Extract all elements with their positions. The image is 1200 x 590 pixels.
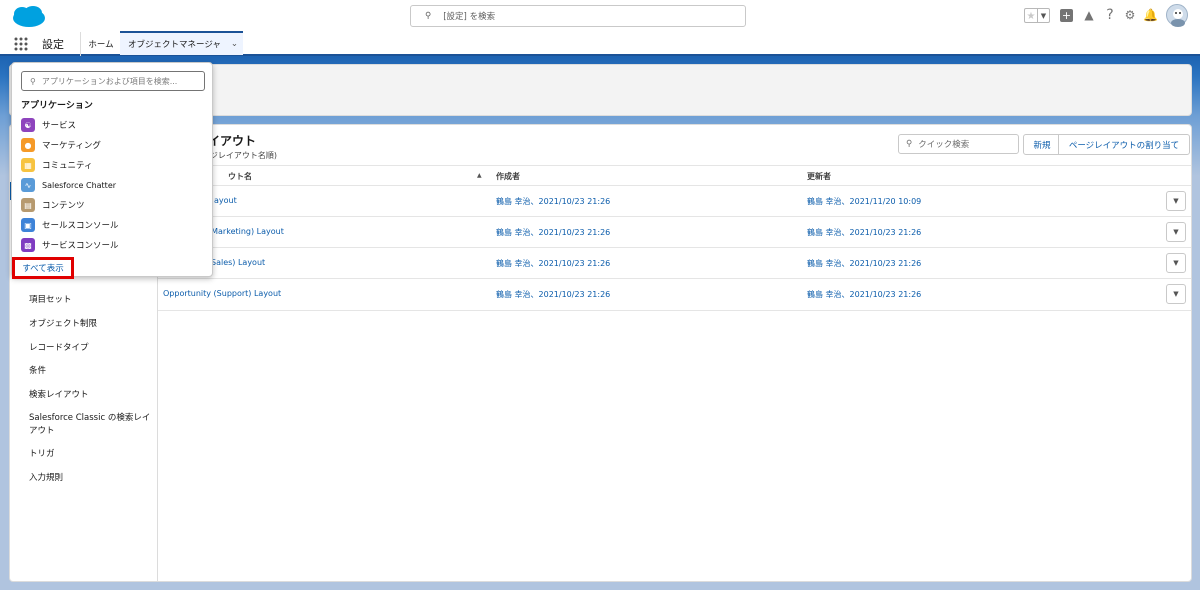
favorites-dropdown-icon[interactable]: ▼ — [1038, 8, 1050, 23]
app-item-marketing[interactable]: ● マーケティング — [21, 136, 101, 154]
tab-object-manager[interactable]: オブジェクトマネージャ ⌄ — [120, 31, 243, 55]
modified-by-link[interactable]: 鶴島 幸治、2021/10/23 21:26 — [807, 258, 921, 269]
app-item-content[interactable]: ▤ コンテンツ — [21, 196, 85, 214]
modified-by-link[interactable]: 鶴島 幸治、2021/11/20 10:09 — [807, 196, 921, 207]
page-layout-list: イアウト ージレイアウト名順) ⚲ クイック検索 新規 ページレイアウトの割り当… — [157, 124, 1192, 582]
page-title: イアウト — [208, 134, 257, 148]
table-row: Opportunity (Support) Layout 鶴島 幸治、2021/… — [158, 278, 1191, 311]
sidebar-item-object-limits[interactable]: オブジェクト制限 — [29, 318, 97, 331]
table-row: (Marketing) Layout 鶴島 幸治、2021/10/23 21:2… — [158, 216, 1191, 248]
bell-icon[interactable]: 🔔 — [1143, 8, 1158, 22]
sidebar-item-record-types[interactable]: レコードタイプ — [29, 342, 89, 355]
row-actions-dropdown-icon[interactable]: ▼ — [1166, 222, 1186, 242]
search-icon: ⚲ — [425, 11, 432, 21]
sort-asc-icon[interactable]: ▲ — [477, 172, 482, 179]
sidebar-item-search-layouts[interactable]: 検索レイアウト — [29, 389, 89, 402]
marketing-icon: ● — [21, 138, 35, 152]
quick-search-input[interactable]: ⚲ クイック検索 — [898, 134, 1019, 154]
app-launcher-icon[interactable] — [14, 37, 28, 51]
global-search-input[interactable]: ⚲ [設定] を検索 — [410, 5, 746, 27]
search-icon: ⚲ — [906, 139, 913, 149]
app-item-label: サービスコンソール — [42, 241, 119, 251]
tab-home[interactable]: ホーム — [80, 32, 121, 56]
sidebar-item-classic-search-layouts[interactable]: Salesforce Classic の検索レイアウト — [29, 412, 151, 438]
app-item-service[interactable]: ☯ サービス — [21, 116, 76, 134]
app-launcher-popup: ⚲ アプリケーションおよび項目を検索... アプリケーション ☯ サービス ● … — [11, 62, 213, 279]
content-icon: ▤ — [21, 198, 35, 212]
modified-by-link[interactable]: 鶴島 幸治、2021/10/23 21:26 — [807, 289, 921, 300]
layout-name-link[interactable]: ayout — [214, 196, 237, 205]
sidebar-item-field-sets[interactable]: 項目セット — [29, 294, 72, 307]
context-nav-bar: 設定 ホーム オブジェクトマネージャ ⌄ — [0, 31, 1200, 56]
quick-search-placeholder: クイック検索 — [918, 140, 970, 150]
favorites-star-icon[interactable]: ★ — [1024, 8, 1038, 23]
layout-name-link[interactable]: Opportunity (Support) Layout — [163, 289, 281, 298]
assign-layout-button[interactable]: ページレイアウトの割り当て — [1058, 134, 1190, 155]
community-icon: ▦ — [21, 158, 35, 172]
app-name: 設定 — [42, 38, 64, 51]
page-subtitle: ージレイアウト名順) — [202, 151, 277, 160]
global-search-placeholder: [設定] を検索 — [443, 12, 496, 22]
search-icon: ⚲ — [30, 76, 36, 86]
tab-object-manager-label: オブジェクトマネージャ — [128, 40, 221, 50]
row-actions-dropdown-icon[interactable]: ▼ — [1166, 191, 1186, 211]
salesforce-logo[interactable] — [11, 5, 47, 29]
table-header — [158, 165, 1191, 185]
service-console-icon: ▩ — [21, 238, 35, 252]
chatter-icon: ∿ — [21, 178, 35, 192]
row-actions-dropdown-icon[interactable]: ▼ — [1166, 284, 1186, 304]
app-item-label: コンテンツ — [42, 201, 85, 211]
layout-name-link[interactable]: Sales) Layout — [211, 258, 265, 267]
chevron-down-icon[interactable]: ⌄ — [231, 39, 238, 49]
row-actions-dropdown-icon[interactable]: ▼ — [1166, 253, 1186, 273]
column-header-created-by[interactable]: 作成者 — [496, 171, 520, 182]
add-icon[interactable]: + — [1060, 9, 1073, 22]
app-search-input[interactable]: ⚲ アプリケーションおよび項目を検索... — [21, 71, 205, 91]
app-item-label: Salesforce Chatter — [42, 180, 117, 190]
table-row: ayout 鶴島 幸治、2021/10/23 21:26 鶴島 幸治、2021/… — [158, 185, 1191, 217]
layout-name-link[interactable]: (Marketing) Layout — [208, 227, 284, 236]
app-item-community[interactable]: ▦ コミュニティ — [21, 156, 93, 174]
app-item-label: マーケティング — [42, 141, 101, 151]
created-by-link[interactable]: 鶴島 幸治、2021/10/23 21:26 — [496, 258, 610, 269]
service-icon: ☯ — [21, 118, 35, 132]
global-header: ⚲ [設定] を検索 ★ ▼ + ▲ ? ⚙ 🔔 — [0, 0, 1200, 32]
created-by-link[interactable]: 鶴島 幸治、2021/10/23 21:26 — [496, 196, 610, 207]
app-item-label: コミュニティ — [42, 161, 93, 171]
app-item-service-console[interactable]: ▩ サービスコンソール — [21, 236, 119, 254]
apps-section-title: アプリケーション — [21, 101, 93, 111]
app-item-sales-console[interactable]: ▣ セールスコンソール — [21, 216, 119, 234]
new-button[interactable]: 新規 — [1023, 134, 1061, 155]
sales-console-icon: ▣ — [21, 218, 35, 232]
sidebar-item-conditions[interactable]: 条件 — [29, 365, 46, 378]
sidebar-item-triggers[interactable]: トリガ — [29, 448, 55, 461]
sidebar-item-validation-rules[interactable]: 入力規則 — [29, 472, 63, 485]
app-search-placeholder: アプリケーションおよび項目を検索... — [41, 76, 178, 86]
help-icon[interactable]: ? — [1103, 8, 1117, 22]
app-item-label: サービス — [42, 121, 77, 131]
created-by-link[interactable]: 鶴島 幸治、2021/10/23 21:26 — [496, 289, 610, 300]
app-item-label: セールスコンソール — [42, 221, 119, 231]
column-header-modified-by[interactable]: 更新者 — [807, 171, 831, 182]
created-by-link[interactable]: 鶴島 幸治、2021/10/23 21:26 — [496, 227, 610, 238]
table-row: Sales) Layout 鶴島 幸治、2021/10/23 21:26 鶴島 … — [158, 247, 1191, 279]
trailhead-icon[interactable]: ▲ — [1082, 8, 1096, 22]
avatar[interactable] — [1166, 4, 1188, 27]
column-header-name[interactable]: ウト名 — [228, 171, 252, 182]
modified-by-link[interactable]: 鶴島 幸治、2021/10/23 21:26 — [807, 227, 921, 238]
app-item-chatter[interactable]: ∿ Salesforce Chatter — [21, 176, 116, 194]
gear-icon[interactable]: ⚙ — [1123, 8, 1137, 22]
show-all-link[interactable]: すべて表示 — [12, 257, 74, 279]
